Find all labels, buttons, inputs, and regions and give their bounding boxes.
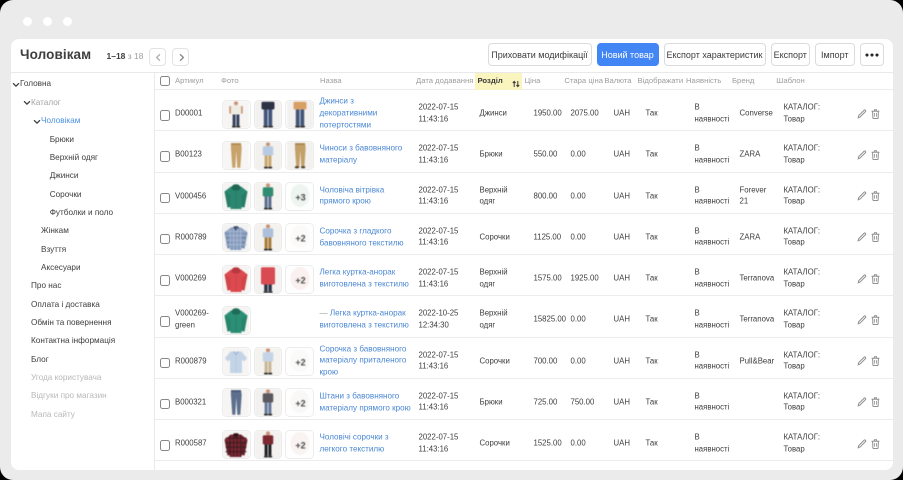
- svg-text:+3: +3: [295, 193, 305, 203]
- svg-text:+2: +2: [295, 440, 305, 450]
- svg-text:+2: +2: [295, 234, 305, 244]
- svg-text:+2: +2: [295, 358, 305, 368]
- svg-text:+2: +2: [295, 399, 305, 409]
- svg-text:+2: +2: [295, 275, 305, 285]
